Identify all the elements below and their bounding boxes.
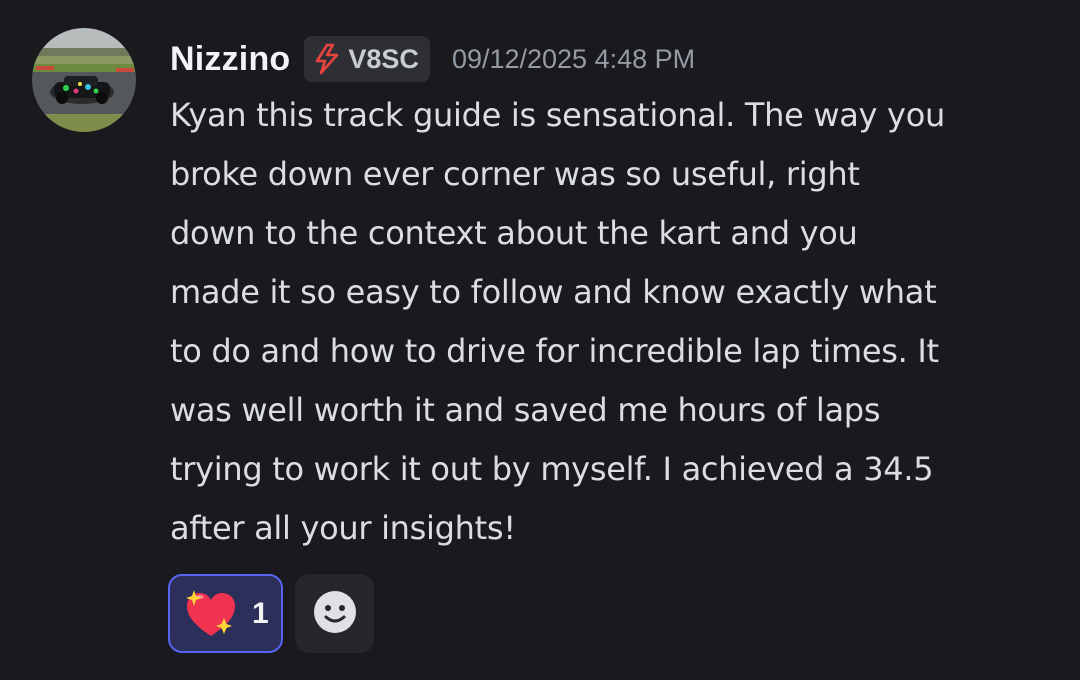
username[interactable]: Nizzino — [170, 40, 290, 79]
message-line: broke down ever corner was so useful, ri… — [170, 155, 860, 193]
sparkling-heart-icon — [184, 588, 238, 640]
chat-message: Nizzino V8SC 09/12/2025 4:48 PM Kyan thi… — [0, 0, 1080, 680]
race-car-avatar-image — [32, 28, 136, 132]
message-line: Kyan this track guide is sensational. Th… — [170, 96, 945, 134]
message-content: Kyan this track guide is sensational. Th… — [170, 86, 1070, 558]
smiley-face-icon — [312, 589, 358, 639]
lightning-bolt-icon — [312, 43, 342, 75]
message-line: made it so easy to follow and know exact… — [170, 273, 937, 311]
server-tag-label: V8SC — [348, 43, 419, 74]
message-line: was well worth it and saved me hours of … — [170, 391, 881, 429]
reaction-count: 1 — [252, 596, 269, 630]
message-line: to do and how to drive for incredible la… — [170, 332, 939, 370]
message-line: down to the context about the kart and y… — [170, 214, 858, 252]
message-line: after all your insights! — [170, 509, 516, 547]
user-avatar[interactable] — [32, 28, 136, 132]
message-header: Nizzino V8SC 09/12/2025 4:48 PM — [170, 32, 695, 86]
reaction-sparkling-heart[interactable]: 1 — [168, 574, 283, 653]
server-tag[interactable]: V8SC — [304, 36, 430, 82]
add-reaction-button[interactable] — [295, 574, 374, 653]
message-line: trying to work it out by myself. I achie… — [170, 450, 934, 488]
message-timestamp: 09/12/2025 4:48 PM — [451, 43, 696, 74]
reactions-bar: 1 — [168, 574, 374, 653]
